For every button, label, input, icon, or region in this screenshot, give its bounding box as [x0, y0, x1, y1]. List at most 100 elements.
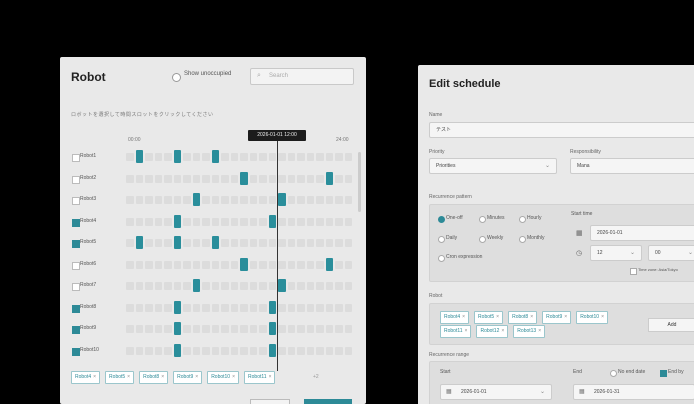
- time-slot[interactable]: [221, 217, 229, 226]
- time-slot[interactable]: [154, 153, 162, 161]
- time-slot[interactable]: [306, 153, 314, 161]
- time-slot[interactable]: [145, 346, 153, 355]
- time-slot[interactable]: [335, 174, 343, 183]
- robot-chip[interactable]: Robot9 ×: [173, 371, 203, 384]
- time-slot[interactable]: [335, 282, 343, 290]
- time-slot[interactable]: [297, 346, 305, 355]
- show-unoccupied-checkbox[interactable]: [172, 73, 181, 82]
- time-slot[interactable]: [221, 282, 229, 290]
- time-slot[interactable]: [126, 196, 134, 204]
- time-slot[interactable]: [297, 303, 305, 312]
- time-slot-booked[interactable]: [268, 300, 276, 314]
- time-slot[interactable]: [316, 260, 324, 269]
- time-slot[interactable]: [126, 282, 134, 290]
- time-slot-booked[interactable]: [278, 279, 286, 292]
- close-icon[interactable]: ×: [161, 374, 164, 380]
- time-slot[interactable]: [221, 325, 229, 333]
- close-icon[interactable]: ×: [538, 328, 541, 334]
- time-slot[interactable]: [335, 239, 343, 247]
- time-slot[interactable]: [268, 260, 276, 269]
- time-slot[interactable]: [230, 153, 238, 161]
- time-slot[interactable]: [240, 303, 248, 312]
- time-slot[interactable]: [316, 174, 324, 183]
- minute-select[interactable]: 00 ⌄: [648, 245, 694, 261]
- time-slot[interactable]: [297, 153, 305, 161]
- cancel-button[interactable]: [250, 399, 290, 404]
- time-slot[interactable]: [268, 153, 276, 161]
- robot-row[interactable]: Robot8: [60, 298, 360, 319]
- time-slot[interactable]: [145, 303, 153, 312]
- time-slot[interactable]: [316, 346, 324, 355]
- time-slot[interactable]: [135, 325, 143, 333]
- time-slot[interactable]: [249, 239, 257, 247]
- time-slot[interactable]: [344, 196, 352, 204]
- close-icon[interactable]: ×: [269, 374, 272, 380]
- time-slot[interactable]: [221, 239, 229, 247]
- time-slot[interactable]: [325, 346, 333, 355]
- time-slot[interactable]: [164, 282, 172, 290]
- time-slot[interactable]: [173, 282, 181, 290]
- time-slot[interactable]: [221, 260, 229, 269]
- time-slot-booked[interactable]: [173, 300, 181, 314]
- time-slot[interactable]: [249, 174, 257, 183]
- time-slot[interactable]: [297, 325, 305, 333]
- time-slot[interactable]: [192, 260, 200, 269]
- time-slot[interactable]: [335, 260, 343, 269]
- robot-row[interactable]: Robot4: [60, 212, 360, 233]
- time-slot[interactable]: [211, 260, 219, 269]
- robot-checkbox[interactable]: [72, 218, 80, 227]
- range-start-input[interactable]: ▦ 2026-01-01 ⌄: [440, 384, 552, 400]
- time-slot[interactable]: [164, 174, 172, 183]
- time-slot[interactable]: [287, 260, 295, 269]
- time-slot-booked[interactable]: [173, 150, 181, 163]
- time-slot[interactable]: [297, 239, 305, 247]
- time-slot[interactable]: [335, 303, 343, 312]
- time-slot[interactable]: [230, 217, 238, 226]
- time-slot[interactable]: [230, 239, 238, 247]
- time-slot[interactable]: [135, 260, 143, 269]
- time-slot[interactable]: [145, 325, 153, 333]
- time-slot[interactable]: [306, 282, 314, 290]
- time-slot-booked[interactable]: [135, 150, 143, 163]
- time-slot[interactable]: [297, 217, 305, 226]
- time-slot[interactable]: [183, 325, 191, 333]
- time-slot[interactable]: [344, 282, 352, 290]
- time-slot[interactable]: [145, 196, 153, 204]
- time-slot[interactable]: [287, 346, 295, 355]
- robot-chip[interactable]: Robot9 ×: [542, 311, 572, 324]
- time-slot-booked[interactable]: [278, 193, 286, 206]
- time-slot-booked[interactable]: [173, 236, 181, 249]
- time-slot[interactable]: [287, 239, 295, 247]
- time-slot[interactable]: [192, 174, 200, 183]
- time-slot[interactable]: [325, 153, 333, 161]
- time-slot[interactable]: [287, 196, 295, 204]
- radio-no-end[interactable]: [610, 370, 617, 377]
- time-slot[interactable]: [164, 239, 172, 247]
- robot-chip[interactable]: Robot8 ×: [139, 371, 169, 384]
- time-slot[interactable]: [164, 260, 172, 269]
- time-slot[interactable]: [221, 303, 229, 312]
- time-slot[interactable]: [135, 346, 143, 355]
- time-slot[interactable]: [278, 325, 286, 333]
- time-slot[interactable]: [221, 153, 229, 161]
- robot-search-input[interactable]: ⌕ Search: [250, 68, 354, 85]
- time-slot[interactable]: [268, 282, 276, 290]
- time-slot[interactable]: [278, 260, 286, 269]
- time-slot[interactable]: [126, 153, 134, 161]
- time-slot[interactable]: [259, 196, 267, 204]
- time-slot[interactable]: [126, 260, 134, 269]
- time-slot[interactable]: [335, 196, 343, 204]
- time-slot[interactable]: [278, 346, 286, 355]
- start-date-input[interactable]: 2026-01-01: [590, 225, 694, 241]
- time-slot[interactable]: [259, 260, 267, 269]
- time-slot[interactable]: [287, 153, 295, 161]
- time-slot[interactable]: [249, 325, 257, 333]
- time-slot[interactable]: [335, 217, 343, 226]
- robot-checkbox[interactable]: [72, 240, 80, 248]
- vertical-scrollbar[interactable]: [358, 152, 361, 212]
- time-slot[interactable]: [278, 239, 286, 247]
- time-slot[interactable]: [268, 196, 276, 204]
- time-slot[interactable]: [344, 325, 352, 333]
- time-slot[interactable]: [249, 303, 257, 312]
- time-slot[interactable]: [344, 260, 352, 269]
